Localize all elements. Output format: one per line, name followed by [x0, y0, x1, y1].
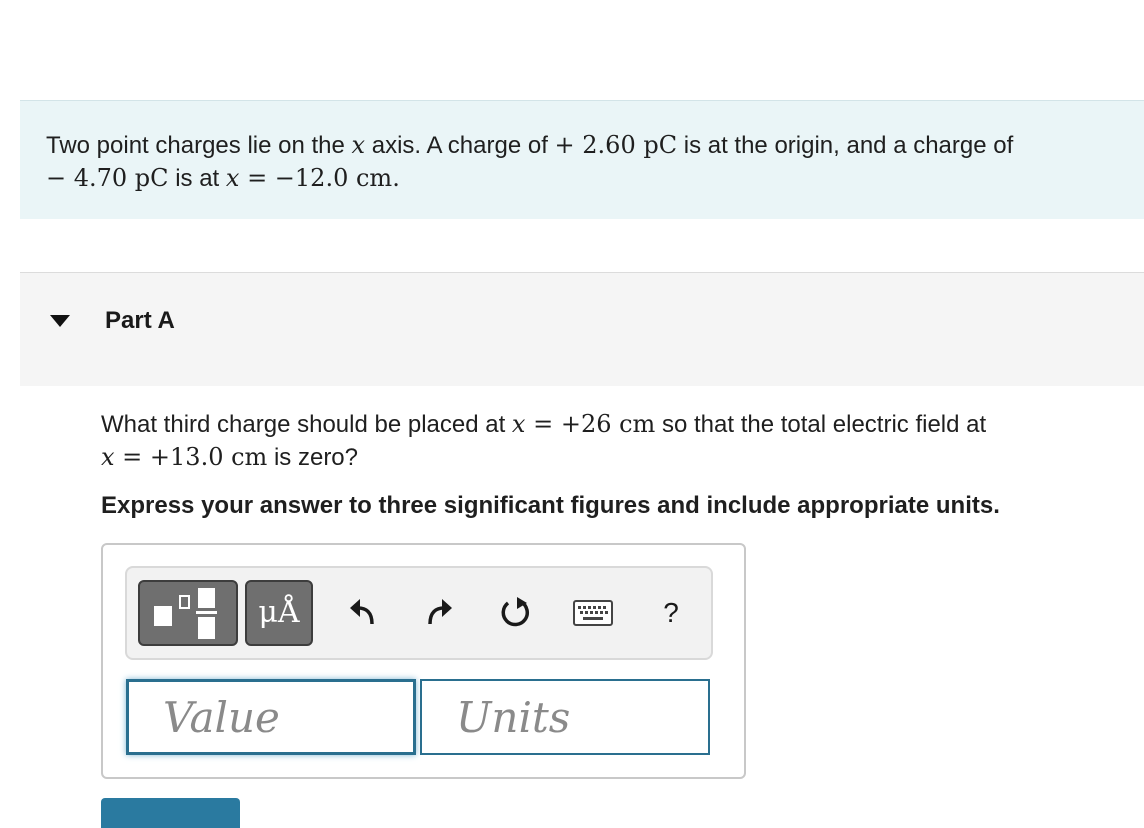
templates-button[interactable]	[138, 580, 238, 646]
question-line-1: What third charge should be placed at x …	[101, 410, 987, 438]
answer-box: μÅ ? Value Units	[101, 543, 746, 779]
help-icon: ?	[663, 597, 679, 628]
units-input[interactable]: Units	[420, 679, 710, 755]
units-placeholder: Units	[456, 692, 571, 742]
keyboard-icon	[573, 600, 613, 626]
math-toolbar: μÅ ?	[125, 566, 713, 660]
units-icon: μÅ	[258, 595, 300, 630]
undo-icon	[350, 599, 374, 625]
redo-button[interactable]	[419, 593, 459, 633]
help-button[interactable]: ?	[651, 593, 691, 633]
value-placeholder: Value	[163, 692, 280, 742]
part-title: Part A	[105, 307, 175, 334]
reset-button[interactable]	[495, 593, 535, 633]
keyboard-button[interactable]	[571, 593, 615, 633]
intro-line-1: Two point charges lie on the x axis. A c…	[46, 131, 1014, 159]
undo-button[interactable]	[343, 593, 383, 633]
answer-instruction: Express your answer to three significant…	[101, 492, 1000, 519]
problem-intro: Two point charges lie on the x axis. A c…	[20, 100, 1144, 219]
collapse-caret-icon[interactable]	[50, 315, 70, 327]
submit-button[interactable]	[101, 798, 240, 828]
part-a-header[interactable]: Part A	[20, 272, 1144, 386]
intro-line-2: − 4.70 pC is at x = −12.0 cm.	[46, 164, 400, 192]
units-button[interactable]: μÅ	[245, 580, 313, 646]
redo-icon	[428, 599, 452, 625]
question-line-2: x = +13.0 cm is zero?	[101, 443, 358, 471]
question-text: What third charge should be placed at x …	[101, 408, 1111, 474]
value-input[interactable]: Value	[126, 679, 416, 755]
reset-icon	[501, 597, 529, 627]
templates-icon	[154, 588, 217, 639]
